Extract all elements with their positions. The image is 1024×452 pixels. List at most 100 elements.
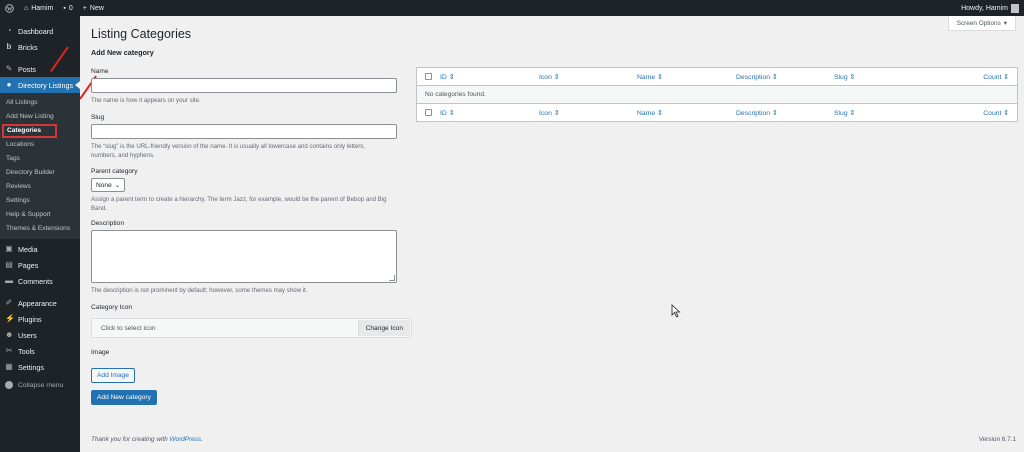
- collapse-icon: [5, 381, 13, 389]
- column-icon[interactable]: Icon ⇕: [539, 73, 559, 81]
- comment-bubble-icon: ▪: [63, 4, 66, 12]
- column-description[interactable]: Description ⇕: [736, 73, 778, 81]
- comments-icon: ▬: [5, 276, 13, 285]
- sort-icon: ⇕: [657, 74, 663, 81]
- site-name-link[interactable]: ⌂ Hamim: [19, 0, 58, 16]
- description-hint: The description is not prominent by defa…: [91, 287, 308, 294]
- column-name-label: Name: [637, 74, 656, 81]
- empty-message: No categories found.: [417, 86, 1017, 103]
- change-icon-button[interactable]: Change Icon: [357, 320, 410, 336]
- column-id-label: ID: [440, 110, 447, 117]
- image-label: Image: [91, 349, 110, 356]
- menu-appearance[interactable]: ✐ Appearance: [0, 295, 80, 311]
- icon-picker[interactable]: Click to select icon Change Icon: [91, 318, 412, 338]
- menu-label: Settings: [18, 362, 44, 372]
- menu-label: Users: [18, 330, 37, 340]
- appearance-icon: ✐: [5, 298, 13, 307]
- wordpress-logo-icon[interactable]: W: [0, 0, 19, 16]
- submenu-themes-extensions[interactable]: Themes & Extensions: [0, 222, 80, 236]
- submenu-all-listings[interactable]: All Listings: [0, 96, 80, 110]
- menu-settings[interactable]: ▦ Settings: [0, 359, 80, 375]
- column-icon-label: Icon: [539, 110, 552, 117]
- directory-submenu: All Listings Add New Listing Categories …: [0, 93, 80, 239]
- sort-icon: ⇕: [553, 74, 560, 81]
- submenu-settings[interactable]: Settings: [0, 194, 80, 208]
- parent-category-select[interactable]: None ⌄: [91, 178, 126, 192]
- submenu-reviews[interactable]: Reviews: [0, 180, 80, 194]
- slug-input[interactable]: [91, 124, 397, 139]
- tools-icon: ✂: [5, 346, 13, 355]
- sort-icon: ⇕: [1003, 110, 1009, 117]
- menu-directory-listings[interactable]: ● Directory Listings: [0, 77, 80, 93]
- footer-version: Version 6.7.1: [978, 436, 1016, 443]
- submenu-tags[interactable]: Tags: [0, 152, 80, 166]
- column-name-footer[interactable]: Name ⇕: [637, 109, 663, 117]
- column-slug-footer[interactable]: Slug ⇕: [834, 109, 855, 117]
- comments-link[interactable]: ▪ 0: [58, 0, 77, 16]
- name-input[interactable]: [91, 78, 397, 93]
- submenu-locations[interactable]: Locations: [0, 138, 80, 152]
- add-image-button[interactable]: Add Image: [91, 368, 135, 383]
- menu-label: Appearance: [18, 298, 57, 308]
- avatar: [1011, 3, 1019, 13]
- screen-options-button[interactable]: Screen Options ▾: [947, 16, 1016, 31]
- screen-options-label: Screen Options: [956, 19, 1001, 27]
- column-id-label: ID: [440, 74, 447, 81]
- collapse-menu-button[interactable]: Collapse menu: [0, 377, 80, 393]
- admin-sidebar: ◔ Dashboard b Bricks ✎ Posts ● Directory…: [0, 16, 80, 452]
- menu-comments[interactable]: ▬ Comments: [0, 273, 80, 289]
- add-new-category-button[interactable]: Add New category: [91, 390, 157, 405]
- description-label: Description: [91, 220, 124, 227]
- column-slug[interactable]: Slug ⇕: [834, 73, 855, 81]
- submenu-categories[interactable]: Categories: [2, 124, 57, 138]
- column-id-footer[interactable]: ID ⇕: [440, 109, 454, 117]
- plus-icon: +: [82, 4, 87, 12]
- plugins-icon: ⚡: [5, 314, 15, 323]
- wordpress-link[interactable]: WordPress: [170, 436, 202, 443]
- menu-users[interactable]: ☻ Users: [0, 327, 80, 343]
- name-hint: The name is how it appears on your site.: [91, 97, 201, 104]
- column-description-footer[interactable]: Description ⇕: [736, 109, 778, 117]
- column-description-label: Description: [736, 110, 770, 117]
- form-heading: Add New category: [91, 48, 154, 57]
- new-content-link[interactable]: + New: [78, 0, 109, 16]
- menu-label: Comments: [18, 276, 53, 286]
- submenu-directory-builder[interactable]: Directory Builder: [0, 166, 80, 180]
- admin-bar: W ⌂ Hamim ▪ 0 + New Howdy, Hamim: [0, 0, 1024, 16]
- menu-tools[interactable]: ✂ Tools: [0, 343, 80, 359]
- column-count-footer[interactable]: Count ⇕: [983, 109, 1009, 117]
- sort-icon: ⇕: [849, 110, 856, 117]
- icon-picker-placeholder: Click to select icon: [101, 324, 156, 332]
- select-all-checkbox[interactable]: [425, 73, 432, 80]
- column-name-label: Name: [637, 110, 656, 117]
- name-label: Name: [91, 68, 109, 75]
- categories-table: ID ⇕ Icon ⇕ Name ⇕ Description ⇕ Slug ⇕ …: [416, 67, 1018, 122]
- menu-label: Tools: [18, 346, 35, 356]
- main-content: Screen Options ▾ Listing Categories Add …: [80, 16, 1024, 452]
- column-id[interactable]: ID ⇕: [440, 73, 454, 81]
- users-icon: ☻: [5, 330, 14, 339]
- description-textarea[interactable]: [91, 230, 397, 283]
- collapse-label: Collapse menu: [18, 381, 64, 389]
- menu-label: Media: [18, 244, 38, 254]
- dashboard-icon: ◔: [6, 26, 12, 35]
- menu-media[interactable]: ▣ Media: [0, 241, 80, 257]
- column-icon-footer[interactable]: Icon ⇕: [539, 109, 559, 117]
- column-name[interactable]: Name ⇕: [637, 73, 663, 81]
- bricks-icon: b: [6, 42, 12, 51]
- menu-label: Posts: [18, 64, 36, 74]
- mouse-cursor-icon: [671, 304, 681, 318]
- submenu-help-support[interactable]: Help & Support: [0, 208, 80, 222]
- menu-dashboard[interactable]: ◔ Dashboard: [0, 23, 80, 39]
- menu-posts[interactable]: ✎ Posts: [0, 61, 80, 77]
- menu-plugins[interactable]: ⚡ Plugins: [0, 311, 80, 327]
- parent-category-hint: Assign a parent term to create a hierarc…: [91, 196, 387, 212]
- menu-label: Plugins: [18, 314, 42, 324]
- submenu-add-new-listing[interactable]: Add New Listing: [0, 110, 80, 124]
- menu-pages[interactable]: ▤ Pages: [0, 257, 80, 273]
- select-all-checkbox-footer[interactable]: [425, 109, 432, 116]
- footer-thanks: Thank you for creating with WordPress.: [91, 436, 203, 443]
- media-icon: ▣: [5, 244, 13, 253]
- column-count[interactable]: Count ⇕: [983, 73, 1009, 81]
- account-menu[interactable]: Howdy, Hamim: [956, 0, 1024, 16]
